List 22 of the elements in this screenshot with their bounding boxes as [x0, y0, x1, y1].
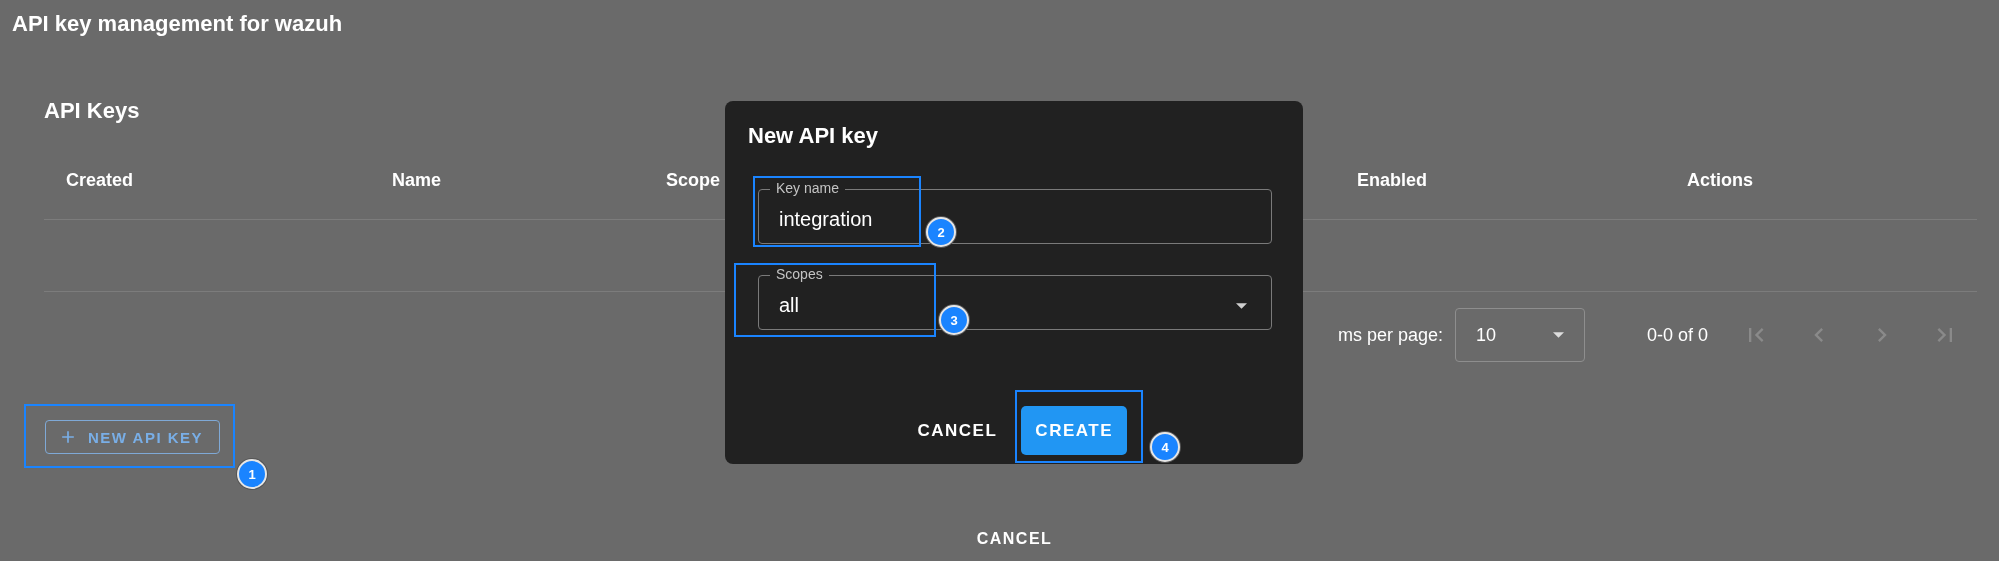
field-label: Scopes — [770, 266, 829, 282]
create-button[interactable]: CREATE — [1021, 406, 1127, 455]
cancel-button[interactable]: CANCEL — [976, 528, 1053, 550]
dialog-title: New API key — [748, 123, 879, 149]
step-number: 1 — [237, 459, 267, 489]
page-range: 0-0 of 0 — [1646, 324, 1708, 346]
section-title: API Keys — [44, 97, 140, 125]
column-header: Enabled — [1357, 169, 1427, 191]
column-header: Actions — [1687, 169, 1753, 191]
column-header: Created — [66, 169, 134, 191]
page-title: API key management for wazuh — [11, 10, 344, 38]
caret-icon — [1236, 302, 1247, 309]
step-number: 4 — [1150, 432, 1180, 462]
step-number: 2 — [926, 217, 956, 247]
field-label: Key name — [770, 180, 846, 196]
column-header: Scope — [666, 169, 721, 191]
step-number: 3 — [939, 305, 969, 335]
rows-per-page-label: ms per page: — [1337, 324, 1443, 346]
cancel-button[interactable]: CANCEL — [917, 420, 998, 441]
rows-per-page-select[interactable]: 10 — [1454, 308, 1585, 362]
column-header: Name — [392, 169, 442, 191]
caret-icon — [1552, 332, 1564, 338]
